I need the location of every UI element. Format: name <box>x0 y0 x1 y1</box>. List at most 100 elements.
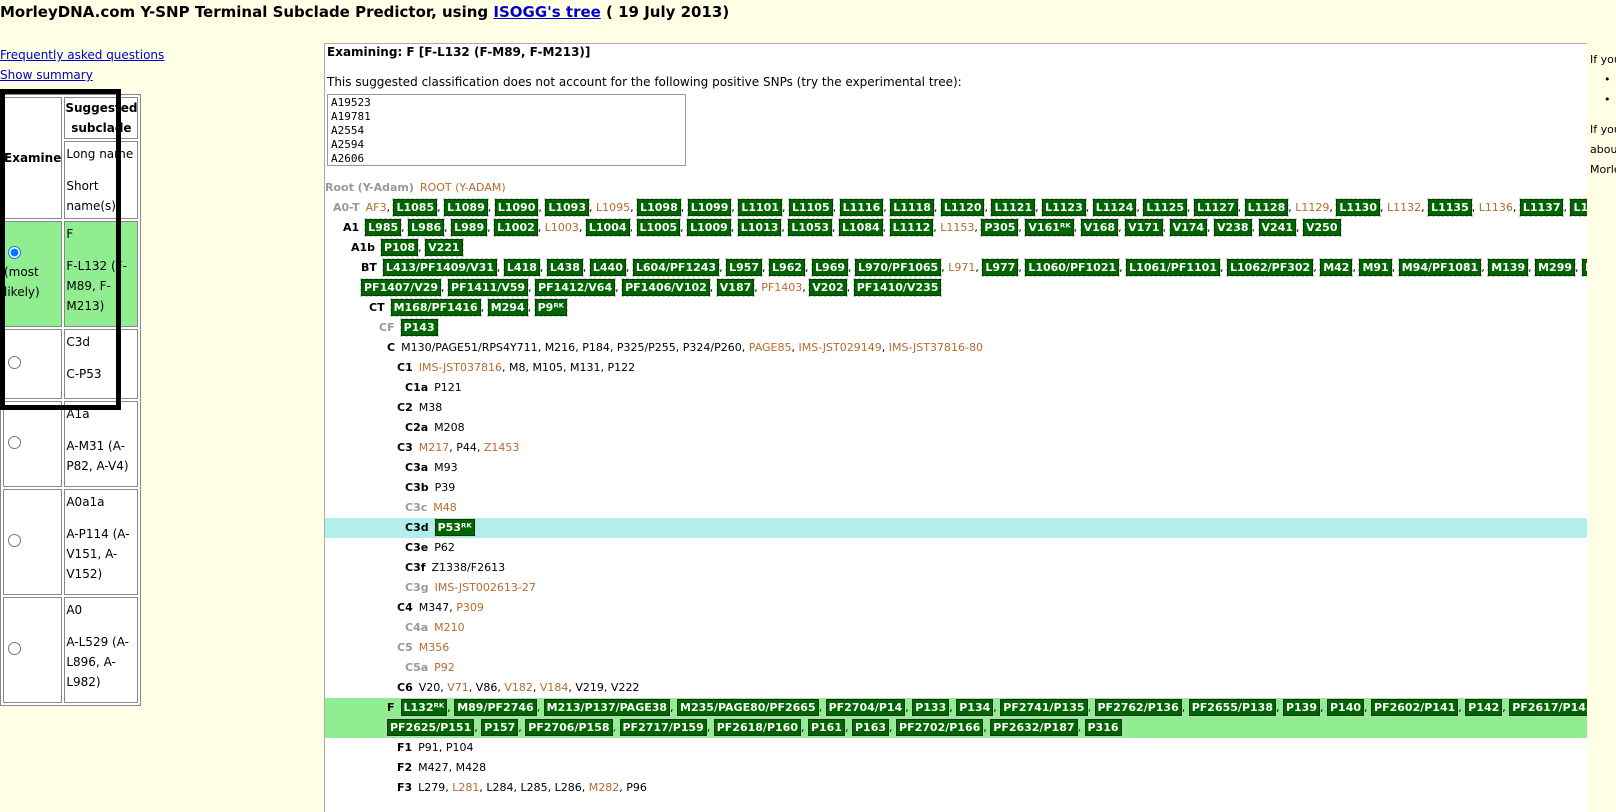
untested-snp: L1095 <box>595 201 631 214</box>
isogg-tree-link[interactable]: ISOGG's tree <box>493 3 600 21</box>
snp: P184 <box>582 341 610 354</box>
positive-snp: P316 <box>1083 718 1123 737</box>
examine-radio[interactable] <box>8 246 21 259</box>
positive-snp: PF1412/V64 <box>534 278 617 297</box>
clade-label: F <box>387 701 395 714</box>
subclade-cell: A1a A-M31 (A-P82, A-V4) <box>64 401 139 487</box>
positive-snp: V241 <box>1257 218 1298 237</box>
snp: P62 <box>434 541 455 554</box>
right-panel-line: Morle <box>1590 163 1616 176</box>
positive-snps-textarea[interactable]: A19523 A19781 A2554 A2594 A2606 <box>327 94 686 166</box>
positive-snp: M89/PF2746 <box>453 698 538 717</box>
snp: P96 <box>626 781 647 794</box>
show-summary-link[interactable]: Show summary <box>0 65 164 85</box>
tree-node: C1 IMS-JST037816, M8, M105, M131, P122 <box>397 361 636 374</box>
tree-node: C3g IMS-JST002613-27 <box>325 578 1587 598</box>
positive-snp: L1060/PF1021 <box>1024 258 1121 277</box>
clade-label: C3 <box>397 441 413 454</box>
snp: P104 <box>445 741 474 754</box>
positive-snp: PF1411/V59 <box>447 278 530 297</box>
positive-snp: P157 <box>480 718 520 737</box>
tree-node: C5 M356 <box>325 638 1587 658</box>
positive-snp: L970/PF1065 <box>854 258 943 277</box>
positive-snp: L1099 <box>686 198 733 217</box>
positive-snp: L1053 <box>787 218 833 237</box>
snp: P122 <box>607 361 636 374</box>
haplogroup-tree: Root (Y-Adam) ROOT (Y-ADAM) A0-T AF3, L1085… <box>325 178 1587 798</box>
positive-snp: M139 <box>1487 258 1530 277</box>
examine-cell <box>3 401 63 487</box>
clade-label: C1 <box>397 361 413 374</box>
clade-label: A0-T <box>333 201 360 214</box>
snp: P39 <box>434 481 456 494</box>
positive-snp: L1124 <box>1091 198 1138 217</box>
positive-snp: M294 <box>486 298 529 317</box>
tree-node: CT M168/PF1416, M294, P9ᴿᴷ <box>325 298 1587 318</box>
title-suffix: ( 19 July 2013) <box>600 3 730 21</box>
main-panel: Examining: F [F-L132 (F-M89, F-M213)] Th… <box>324 43 1587 812</box>
untested-snp: P92 <box>434 661 455 674</box>
clade-label: CF <box>379 321 395 334</box>
right-panel: If you • • If you about Morle <box>1590 50 1616 180</box>
snp: L285 <box>520 781 548 794</box>
positive-snp: L1098 <box>636 198 682 217</box>
positive-snp: L1125 <box>1142 198 1188 217</box>
clade-label: F3 <box>397 781 413 794</box>
positive-snp: L985 <box>364 218 403 237</box>
positive-snp: L1112 <box>888 218 935 237</box>
positive-snp: M91 <box>1358 258 1393 277</box>
snp: P44 <box>456 441 477 454</box>
positive-snp: L440 <box>588 258 627 277</box>
untested-snp: L1003 <box>544 221 579 234</box>
snp: M428 <box>455 761 487 774</box>
examine-cell: (most likely) <box>3 221 63 327</box>
positive-snp: PF2617/P145 <box>1508 698 1587 717</box>
tree-node: C M130/PAGE51/RPS4Y711, M216, P184, P325/… <box>387 341 983 354</box>
positive-snp: L1062/PF302 <box>1225 258 1315 277</box>
positive-snp: PF2704/P14 <box>824 698 907 717</box>
positive-snp: L1142 <box>1569 198 1587 217</box>
short-name-header: Short name(s) <box>66 179 116 213</box>
positive-snp: L413/PF1409/V31 <box>381 258 498 277</box>
examine-radio[interactable] <box>8 534 21 547</box>
untested-snp: L1129 <box>1295 201 1330 214</box>
short-name: A-M31 (A-P82, A-V4) <box>66 439 129 473</box>
positive-snp: V202 <box>808 278 848 297</box>
name-header: Long name Short name(s) <box>64 141 139 219</box>
untested-snp: PAGE85 <box>748 341 792 354</box>
untested-snp: ROOT (Y-ADAM) <box>419 181 506 194</box>
positive-snp: L1093 <box>544 198 590 217</box>
positive-snp: L986 <box>407 218 446 237</box>
warning-text: This suggested classification does not a… <box>327 75 962 89</box>
clade-label: C4a <box>405 621 429 634</box>
tree-node: PF2625/P151, P157, PF2706/P158, PF2717/P… <box>325 718 1587 738</box>
tree-node: C3d P53ᴿᴷ <box>325 518 1587 538</box>
title-prefix: MorleyDNA.com Y-SNP Terminal Subclade Pr… <box>0 3 494 21</box>
positive-snp: P97 <box>1581 258 1587 277</box>
tree-node: C4 M347, P309 <box>397 601 484 614</box>
examine-radio[interactable] <box>8 642 21 655</box>
snp: L284 <box>486 781 514 794</box>
long-name-header: Long name <box>66 147 134 161</box>
examine-radio[interactable] <box>8 436 21 449</box>
positive-snp: L418 <box>502 258 541 277</box>
suggested-subclade-header: Suggested subclade <box>64 97 139 139</box>
examine-radio[interactable] <box>8 356 21 369</box>
positive-snp: L1089 <box>443 198 489 217</box>
untested-snp: L1132 <box>1386 201 1422 214</box>
positive-snp: V161ᴿᴷ <box>1024 218 1075 237</box>
positive-snp: PF2706/P158 <box>524 718 614 737</box>
positive-snp: PF2741/P135 <box>999 698 1089 717</box>
tree-node: C1a P121 <box>325 378 1587 398</box>
faq-link[interactable]: Frequently asked questions <box>0 45 164 65</box>
clade-label: C3e <box>405 541 429 554</box>
positive-snp: M299 <box>1534 258 1577 277</box>
examine-cell <box>3 489 63 595</box>
subclade-row: A0a1a A-P114 (A-V151, A-V152) <box>3 489 139 595</box>
subclade-table-container: Examine Suggested subclade Long name Shor… <box>0 94 142 706</box>
positive-snp: P108 <box>380 238 420 257</box>
untested-snp: V182 <box>504 681 533 694</box>
clade-label: A1b <box>351 241 376 254</box>
long-name: A1a <box>66 407 90 421</box>
untested-snp: IMS-JST029149 <box>798 341 882 354</box>
